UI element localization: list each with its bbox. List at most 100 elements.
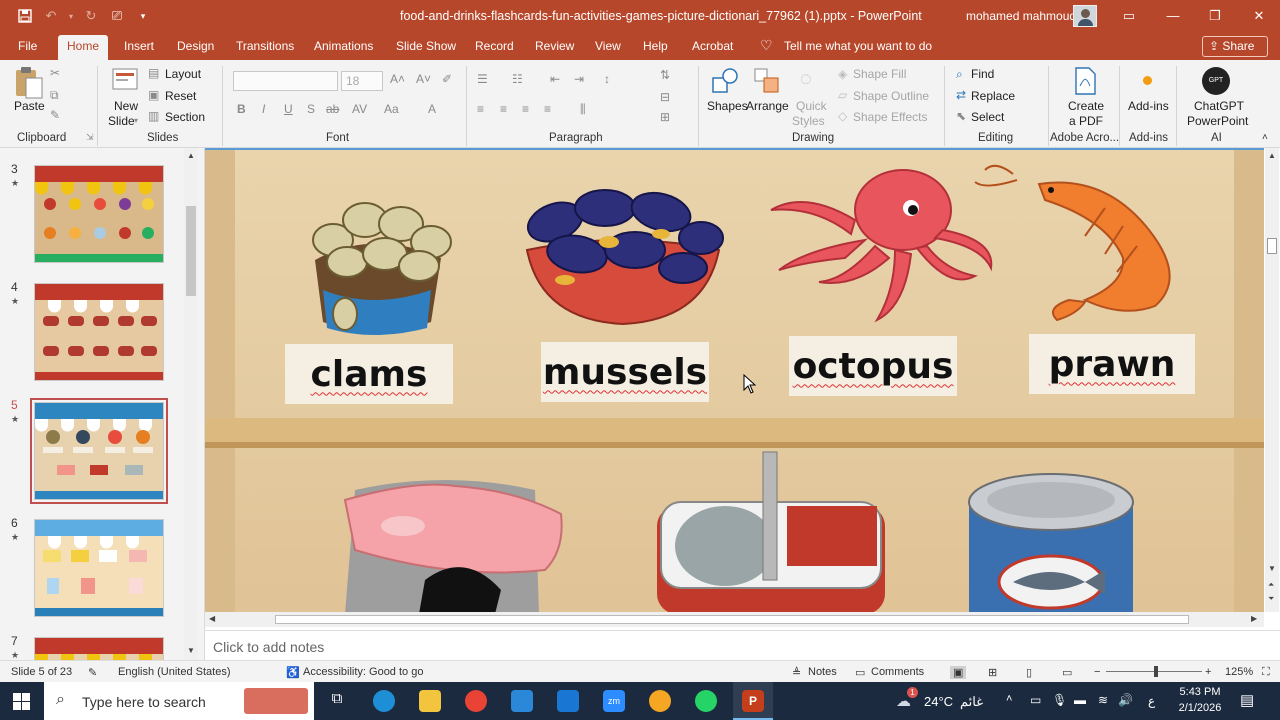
slide-thumbnail-7[interactable] xyxy=(34,637,164,660)
character-spacing-icon[interactable]: AV xyxy=(352,102,367,116)
tab-transitions[interactable]: Transitions xyxy=(236,39,294,53)
vpn-app-icon[interactable] xyxy=(649,690,671,712)
ribbon-display-options-icon[interactable]: ▭ xyxy=(1118,6,1140,26)
paste-button[interactable]: Paste xyxy=(14,99,45,113)
word-card-mussels[interactable]: mussels xyxy=(541,342,709,402)
weather-condition[interactable]: غائم xyxy=(960,694,983,710)
horizontal-scroll-thumb[interactable] xyxy=(275,615,1189,624)
justify-icon[interactable]: ≡ xyxy=(544,102,551,116)
new-slide-label-2[interactable]: Slide xyxy=(108,114,135,128)
notification-center-icon[interactable]: ▤ xyxy=(1240,691,1254,709)
select-button[interactable]: Select xyxy=(971,110,1004,124)
fit-to-window-icon[interactable]: ⛶ xyxy=(1262,666,1270,679)
store-icon[interactable] xyxy=(511,690,533,712)
weather-temp[interactable]: 24°C xyxy=(924,694,953,709)
thumbnails-scrollbar[interactable]: ▲ ▼ xyxy=(184,148,198,660)
undo-dropdown-icon[interactable]: ▾ xyxy=(66,5,76,27)
close-icon[interactable]: ✕ xyxy=(1248,6,1270,26)
clock-date[interactable]: 2/1/2026 xyxy=(1172,702,1228,714)
format-painter-icon[interactable]: ✎ xyxy=(50,108,60,122)
slide-scroll-thumb[interactable] xyxy=(1267,238,1277,254)
decrease-font-icon[interactable]: A˅ xyxy=(416,72,431,86)
maximize-icon[interactable]: ❐ xyxy=(1204,6,1226,26)
font-color-icon[interactable]: A xyxy=(428,102,436,116)
find-button[interactable]: Find xyxy=(971,67,994,81)
input-language[interactable]: ع xyxy=(1148,694,1155,708)
wifi-icon[interactable]: ≋ xyxy=(1098,693,1108,707)
scroll-up-icon[interactable]: ▲ xyxy=(187,151,195,160)
tab-acrobat[interactable]: Acrobat xyxy=(692,39,733,53)
save-icon[interactable] xyxy=(14,5,36,27)
windows-start-icon[interactable] xyxy=(13,693,30,710)
font-size-combo[interactable]: 18 xyxy=(341,71,383,91)
zoom-in-icon[interactable]: + xyxy=(1205,666,1211,678)
addins-button[interactable]: Add-ins xyxy=(1128,99,1169,113)
replace-button[interactable]: Replace xyxy=(971,89,1015,103)
redo-icon[interactable]: ↻ xyxy=(80,5,102,27)
word-card-prawn[interactable]: prawn xyxy=(1029,334,1195,394)
slide-scroll-up-icon[interactable]: ▲ xyxy=(1268,151,1276,160)
slide-canvas[interactable]: clams mussels octopus prawn xyxy=(205,148,1264,612)
next-slide-icon[interactable]: ⏷ xyxy=(1268,594,1274,604)
minimize-icon[interactable]: — xyxy=(1162,6,1184,26)
volume-icon[interactable]: 🔊 xyxy=(1118,693,1133,707)
decrease-indent-icon[interactable]: ⇤ xyxy=(550,72,560,86)
tab-record[interactable]: Record xyxy=(475,39,514,53)
align-text-icon[interactable]: ⊟ xyxy=(660,90,670,104)
tell-me-search[interactable]: Tell me what you want to do xyxy=(784,39,932,53)
smartart-icon[interactable]: ⊞ xyxy=(660,110,670,124)
zoom-level[interactable]: 125% xyxy=(1225,666,1253,678)
chatgpt-label-2[interactable]: PowerPoint xyxy=(1187,114,1248,128)
italic-icon[interactable]: I xyxy=(262,102,265,116)
tab-insert[interactable]: Insert xyxy=(124,39,154,53)
slide-horizontal-scrollbar[interactable]: ◀ ▶ xyxy=(205,612,1264,627)
new-slide-label-1[interactable]: New xyxy=(114,99,138,113)
text-direction-icon[interactable]: ⇅ xyxy=(660,68,670,82)
slide-sorter-icon[interactable]: ⊞ xyxy=(988,666,997,679)
chrome-icon[interactable] xyxy=(465,690,487,712)
copy-icon[interactable]: ⧉ xyxy=(50,88,59,103)
zoom-app-icon[interactable]: zm xyxy=(603,690,625,712)
tab-review[interactable]: Review xyxy=(535,39,574,53)
tab-view[interactable]: View xyxy=(595,39,621,53)
show-hidden-icons-icon[interactable]: ˄ xyxy=(1006,693,1012,705)
clear-formatting-icon[interactable]: ✐ xyxy=(442,72,452,86)
slide-thumbnail-5[interactable] xyxy=(30,398,168,504)
microphone-icon[interactable]: 🎙 xyxy=(1052,693,1067,707)
increase-font-icon[interactable]: A˄ xyxy=(390,72,405,86)
slide-thumbnail-4[interactable] xyxy=(34,283,164,381)
accessibility-status[interactable]: Accessibility: Good to go xyxy=(303,666,423,678)
columns-icon[interactable]: ⫼ xyxy=(580,102,586,117)
spelling-icon[interactable]: ✎ xyxy=(88,666,97,679)
underline-icon[interactable]: U xyxy=(284,102,293,116)
word-card-clams[interactable]: clams xyxy=(285,344,453,404)
numbering-icon[interactable]: ☷ xyxy=(512,72,523,86)
normal-view-icon[interactable]: ▣ xyxy=(950,666,967,679)
word-card-octopus[interactable]: octopus xyxy=(789,336,957,396)
chatgpt-label-1[interactable]: ChatGPT xyxy=(1194,99,1244,113)
scroll-right-icon[interactable]: ▶ xyxy=(1251,614,1257,623)
thumbnails-scroll-thumb[interactable] xyxy=(186,206,196,296)
tab-animations[interactable]: Animations xyxy=(314,39,373,53)
battery-icon[interactable]: ▬ xyxy=(1074,693,1086,707)
scroll-left-icon[interactable]: ◀ xyxy=(209,614,215,623)
font-name-combo[interactable] xyxy=(233,71,338,91)
comments-button[interactable]: Comments xyxy=(871,666,924,678)
reading-view-icon[interactable]: ▯ xyxy=(1026,666,1032,679)
change-case-icon[interactable]: Aa xyxy=(384,102,399,116)
notes-pane[interactable]: Click to add notes xyxy=(205,630,1280,660)
user-avatar[interactable] xyxy=(1073,5,1097,27)
section-button[interactable]: Section xyxy=(165,110,205,124)
clipboard-launcher-icon[interactable]: ⇲ xyxy=(86,132,94,143)
shape-effects-button[interactable]: Shape Effects xyxy=(853,110,928,124)
slide-thumbnail-6[interactable] xyxy=(34,519,164,617)
align-right-icon[interactable]: ≡ xyxy=(522,102,529,116)
create-pdf-label-1[interactable]: Create xyxy=(1068,99,1104,113)
bullets-icon[interactable]: ☰ xyxy=(477,72,488,86)
zoom-slider-thumb[interactable] xyxy=(1154,666,1158,677)
align-left-icon[interactable]: ≡ xyxy=(477,102,484,116)
line-spacing-icon[interactable]: ↕ xyxy=(604,72,610,86)
create-pdf-label-2[interactable]: a PDF xyxy=(1069,114,1103,128)
increase-indent-icon[interactable]: ⇥ xyxy=(574,72,584,86)
align-center-icon[interactable]: ≡ xyxy=(500,102,507,116)
